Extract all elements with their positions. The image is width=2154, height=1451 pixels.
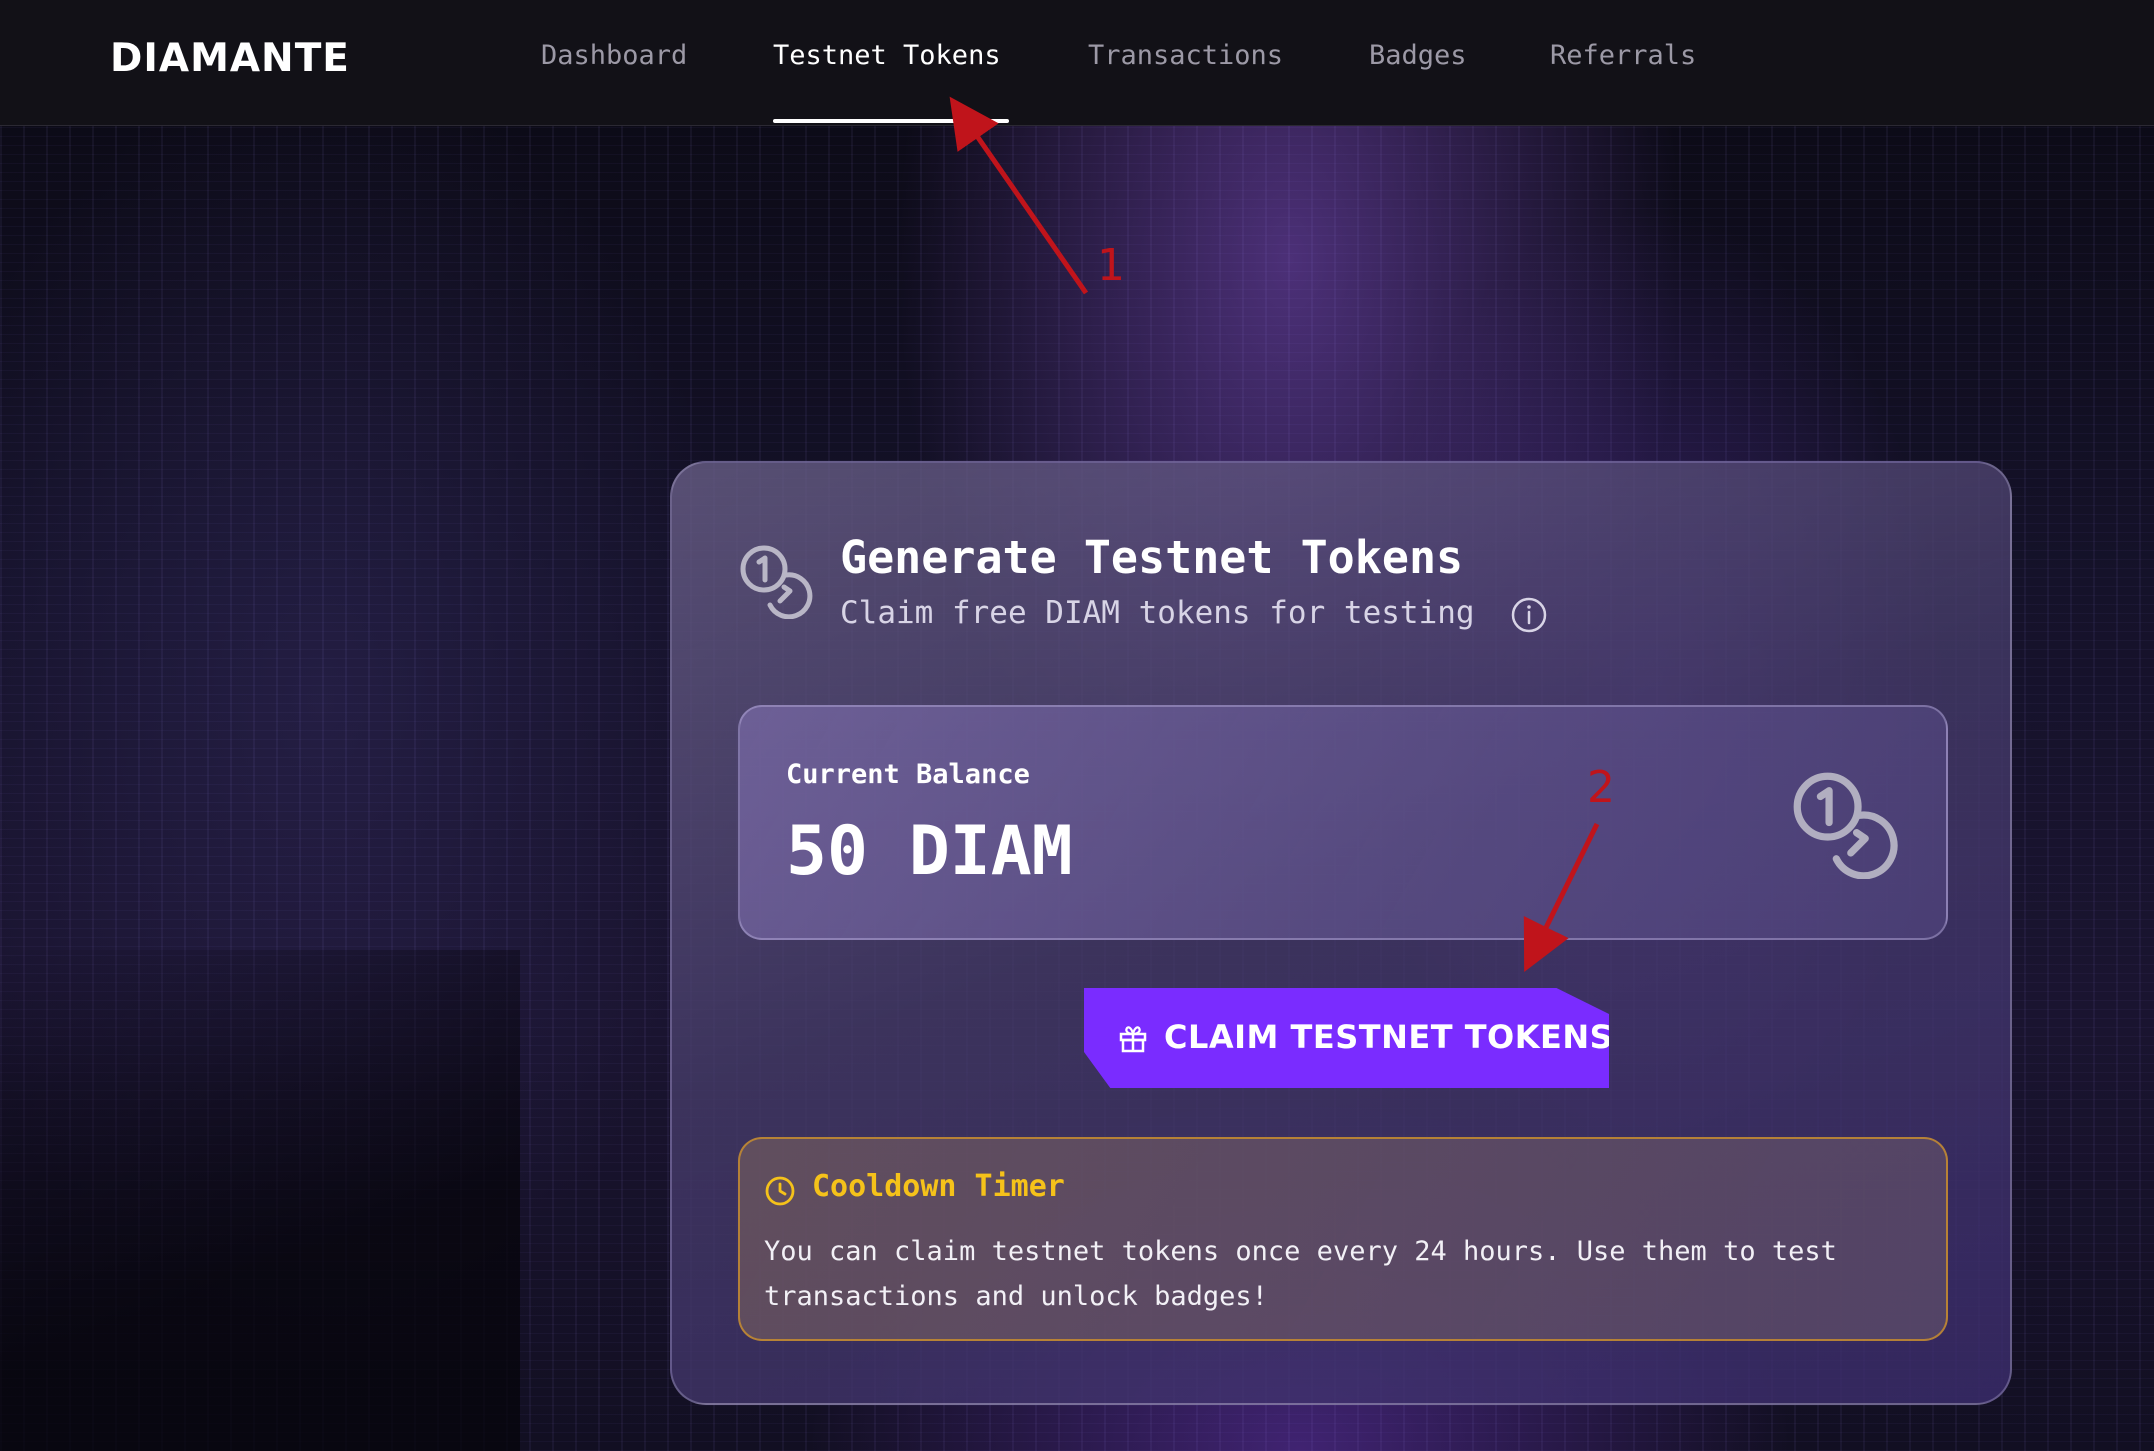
- brand-logo[interactable]: DIAMANTE: [110, 36, 350, 81]
- cooldown-title: Cooldown Timer: [812, 1169, 1065, 1204]
- balance-value: 50 DIAM: [786, 812, 1073, 891]
- balance-panel: Current Balance 50 DIAM: [738, 705, 1948, 940]
- balance-label: Current Balance: [786, 759, 1030, 790]
- clock-icon: [765, 1176, 795, 1206]
- nav-testnet-tokens[interactable]: Testnet Tokens: [773, 40, 1001, 71]
- coins-icon: [740, 545, 813, 619]
- cooldown-panel: Cooldown Timer You can claim testnet tok…: [738, 1137, 1948, 1341]
- cooldown-description: You can claim testnet tokens once every …: [764, 1236, 1837, 1312]
- card-subtitle: Claim free DIAM tokens for testing: [840, 595, 1475, 631]
- coins-icon: [1793, 772, 1898, 879]
- info-icon[interactable]: [1510, 596, 1548, 634]
- page: DIAMANTE Dashboard Testnet Tokens Transa…: [0, 0, 2154, 1451]
- nav-badges[interactable]: Badges: [1369, 40, 1467, 71]
- claim-testnet-tokens-button[interactable]: CLAIM TESTNET TOKENS: [1084, 988, 1609, 1088]
- annotation-number-2: 2: [1587, 762, 1615, 813]
- nav-dashboard[interactable]: Dashboard: [541, 40, 687, 71]
- testnet-tokens-card: Generate Testnet Tokens Claim free DIAM …: [670, 461, 2012, 1405]
- nav-transactions[interactable]: Transactions: [1088, 40, 1283, 71]
- top-navbar: DIAMANTE Dashboard Testnet Tokens Transa…: [0, 0, 2154, 126]
- claim-button-label: CLAIM TESTNET TOKENS: [1164, 1018, 1614, 1056]
- card-title: Generate Testnet Tokens: [840, 531, 1464, 584]
- nav-referrals[interactable]: Referrals: [1550, 40, 1696, 71]
- active-tab-indicator: [773, 119, 1009, 123]
- annotation-number-1: 1: [1097, 240, 1125, 291]
- gift-icon: [1119, 1026, 1147, 1053]
- background-shadow: [0, 950, 520, 1451]
